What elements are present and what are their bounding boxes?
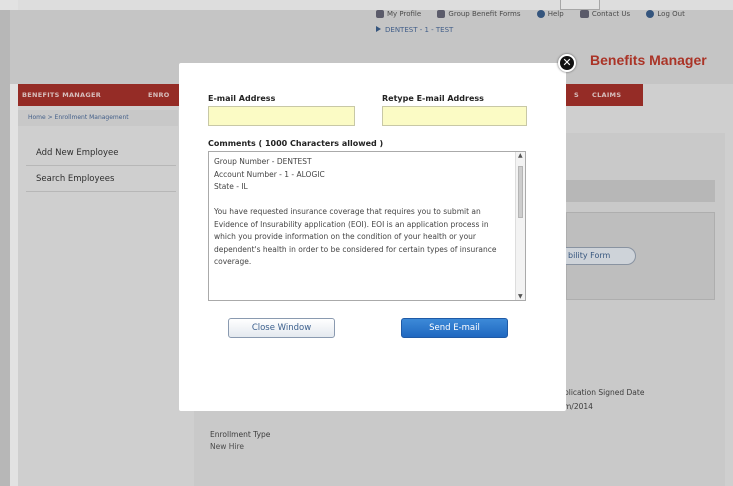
email-label: E-mail Address xyxy=(208,94,276,103)
comments-scrollbar[interactable]: ▲ ▼ xyxy=(515,152,525,300)
scroll-thumb[interactable] xyxy=(518,166,523,218)
send-email-button[interactable]: Send E-mail xyxy=(401,318,508,338)
email-field[interactable] xyxy=(208,106,355,126)
scroll-up-icon[interactable]: ▲ xyxy=(518,152,523,159)
close-window-button[interactable]: Close Window xyxy=(228,318,335,338)
comments-text: Group Number - DENTEST Account Number - … xyxy=(214,157,497,266)
scroll-down-icon[interactable]: ▼ xyxy=(518,293,523,300)
comments-label: Comments ( 1000 Characters allowed ) xyxy=(208,139,384,148)
close-icon[interactable]: ✕ xyxy=(558,54,576,72)
comments-textarea[interactable]: Group Number - DENTEST Account Number - … xyxy=(208,151,526,301)
retype-email-label: Retype E-mail Address xyxy=(382,94,484,103)
retype-email-field[interactable] xyxy=(382,106,527,126)
